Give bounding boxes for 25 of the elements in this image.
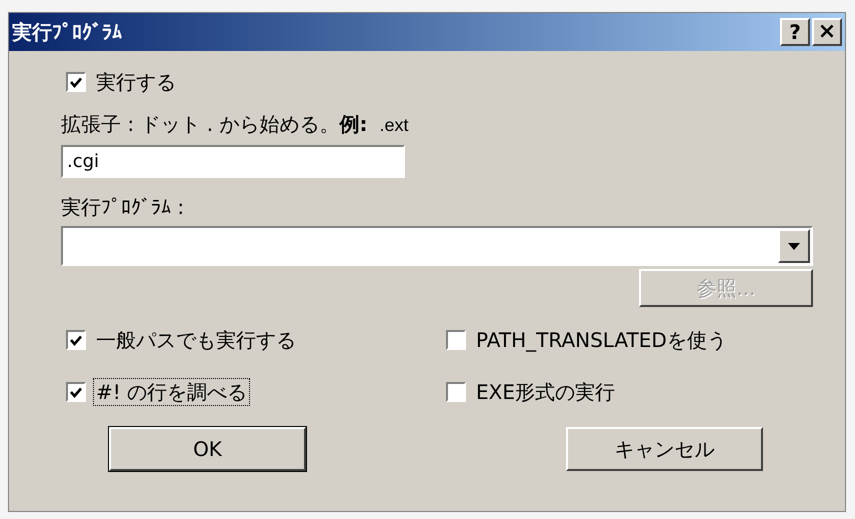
- caret-icon: [788, 242, 800, 250]
- dialog-button[interactable]: OK: [109, 427, 306, 471]
- close-button[interactable]: ×: [812, 18, 842, 46]
- check-icon: [70, 76, 82, 88]
- example-text: .ext: [380, 114, 409, 137]
- checkbox[interactable]: [66, 330, 86, 350]
- checkbox-label: 一般パスでも実行する: [95, 327, 297, 353]
- program-combo[interactable]: [61, 226, 813, 266]
- checkbox[interactable]: [446, 330, 466, 350]
- checkbox[interactable]: [66, 382, 86, 402]
- checkbox[interactable]: [66, 72, 86, 92]
- window-title: 実行ﾌﾟﾛｸﾞﾗﾑ: [12, 19, 122, 46]
- checkbox[interactable]: [446, 382, 466, 402]
- extension-label: 拡張子 : ドット . から始める。例:: [61, 111, 368, 138]
- checkbox-label: EXE形式の実行: [475, 379, 616, 405]
- check-icon: [70, 386, 82, 398]
- dialog-button[interactable]: キャンセル: [566, 427, 763, 471]
- help-button[interactable]: ?: [780, 18, 810, 46]
- checkbox-label: #! の行を調べる: [94, 379, 250, 405]
- checkbox-label: PATH_TRANSLATEDを使う: [475, 327, 728, 353]
- checkbox-label: 実行する: [95, 69, 177, 95]
- program-label: 実行ﾌﾟﾛｸﾞﾗﾑ :: [61, 194, 186, 221]
- dropdown-button[interactable]: [778, 229, 810, 263]
- check-icon: [70, 334, 82, 346]
- extension-field[interactable]: .cgi: [61, 145, 405, 178]
